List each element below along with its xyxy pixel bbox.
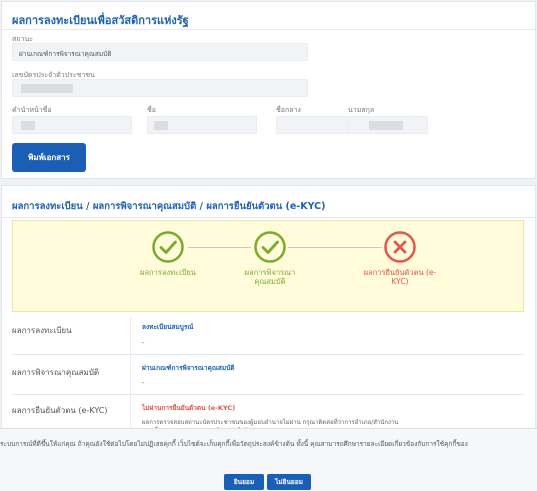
check-circle-icon [152,231,184,263]
registration-title: ผลการลงทะเบียนเพื่อสวัสดิการแห่งรัฐ [12,14,189,27]
step-connector [188,247,251,248]
redacted-mask [154,121,168,130]
accept-cookies-button[interactable]: ยินยอม [224,474,264,490]
lastname-field [348,116,428,134]
row-sub-registration: - [142,339,145,347]
result-title: ผลการลงทะเบียน / ผลการพิจารณาคุณสมบัติ /… [12,201,326,212]
column-divider [130,356,131,396]
firstname-field [147,116,257,134]
id-field [12,79,308,97]
step-connector [288,247,382,248]
divider [2,217,535,218]
status-progress-panel: ผลการลงทะเบียน ผลการพิจารณา คุณสมบัติ ผล… [12,220,524,312]
registration-card: ผลการลงทะเบียนเพื่อสวัสดิการแห่งรัฐ สถาน… [1,1,536,179]
lastname-label: นามสกุล [348,106,375,114]
print-document-button[interactable]: พิมพ์เอกสาร [12,143,86,172]
prefix-label: คำนำหน้าชื่อ [12,106,52,114]
row-value-ekyc: ไม่ผ่านการยืนยันตัวตน (e-KYC) [142,404,236,412]
cookie-consent-text: ระบบการณ์ที่ดีขึ้นให้แก่คุณ ถ้าคุณยังใช้… [0,440,468,448]
firstname-label: ชื่อ [147,106,156,114]
check-circle-icon [254,231,286,263]
prefix-field [12,116,132,134]
step-label-registration: ผลการลงทะเบียน [140,268,196,277]
row-label-ekyc: ผลการยืนยันตัวตน (e-KYC) [12,406,108,415]
middlename-label: ชื่อกลาง [276,106,301,114]
x-circle-icon [384,231,416,263]
decline-cookies-button[interactable]: ไม่ยินยอม [267,474,311,490]
row-divider [12,394,524,395]
row-sub-eligibility: - [142,379,145,387]
row-divider [12,354,524,355]
step-label-ekyc: ผลการยืนยันตัวตน (e-KYC) [363,268,437,286]
status-field: ผ่านเกณฑ์การพิจารณาคุณสมบัติ [12,43,308,61]
redacted-mask [21,84,73,93]
redacted-mask [369,121,403,130]
row-label-registration: ผลการลงทะเบียน [12,326,72,335]
cookie-consent-bar: ระบบการณ์ที่ดีขึ้นให้แก่คุณ ถ้าคุณยังใช้… [0,428,537,491]
divider [2,29,535,30]
step-label-eligibility: ผลการพิจารณา คุณสมบัติ [244,268,296,286]
redacted-mask [21,121,35,130]
row-label-eligibility: ผลการพิจารณาคุณสมบัติ [12,368,100,377]
row-value-registration: ลงทะเบียนสมบูรณ์ [142,323,194,331]
row-value-eligibility: ผ่านเกณฑ์การพิจารณาคุณสมบัติ [142,364,235,372]
